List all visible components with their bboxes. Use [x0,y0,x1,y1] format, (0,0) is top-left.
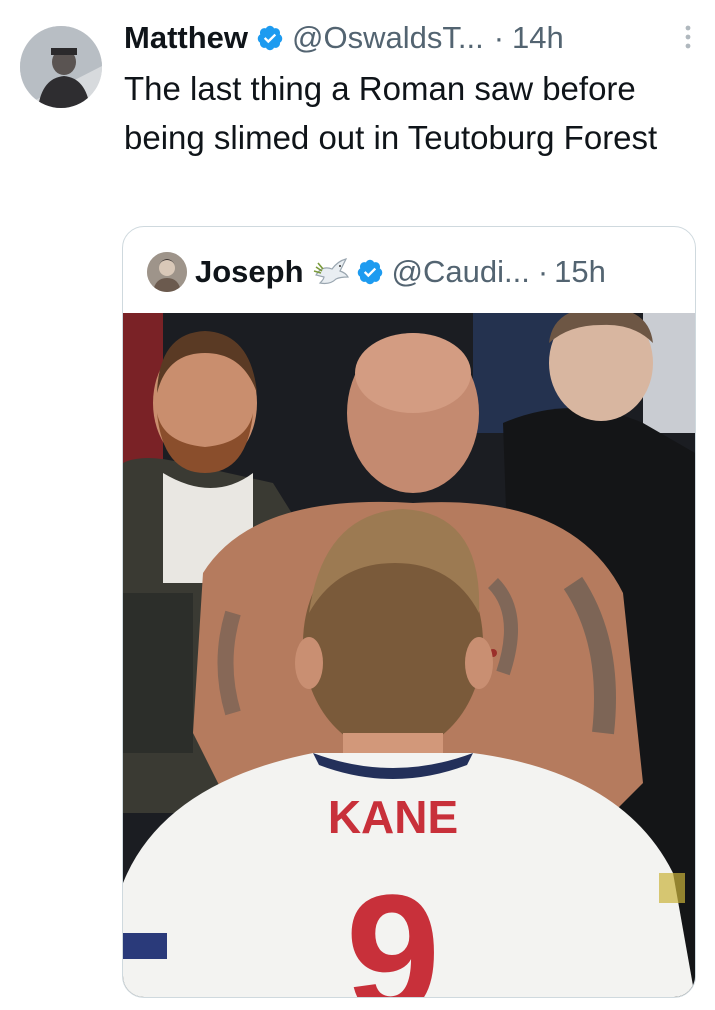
quoted-separator-dot: · [537,254,549,289]
jersey-name: KANE [328,791,458,843]
quoted-tweet-header: Joseph @Caudi... · 15h [147,247,606,297]
separator-dot: · [493,20,505,55]
quoted-tweet-card[interactable]: Joseph @Caudi... · 15h KANE 9 [122,226,696,998]
tweet-timestamp[interactable]: 14h [512,20,564,56]
more-vertical-icon[interactable] [681,20,695,54]
jersey-number: 9 [346,860,441,997]
author-handle[interactable]: @OswaldsT... [292,20,484,56]
verified-badge-icon [256,24,284,52]
quoted-tweet-timestamp[interactable]: 15h [554,254,606,290]
tweet-text: The last thing a Roman saw before being … [124,70,658,156]
author-avatar[interactable] [20,26,102,108]
tweet-header: Matthew @OswaldsT... · 14h [124,16,695,60]
dove-emoji-icon [312,257,350,287]
quoted-verified-badge-icon [356,258,384,286]
avatar-image [20,26,102,108]
tweet-photo[interactable]: KANE 9 [123,313,695,997]
quoted-author-name[interactable]: Joseph [195,254,304,290]
quoted-author-handle[interactable]: @Caudi... [392,254,530,290]
author-name[interactable]: Matthew [124,20,248,56]
quoted-author-avatar[interactable] [147,252,187,292]
